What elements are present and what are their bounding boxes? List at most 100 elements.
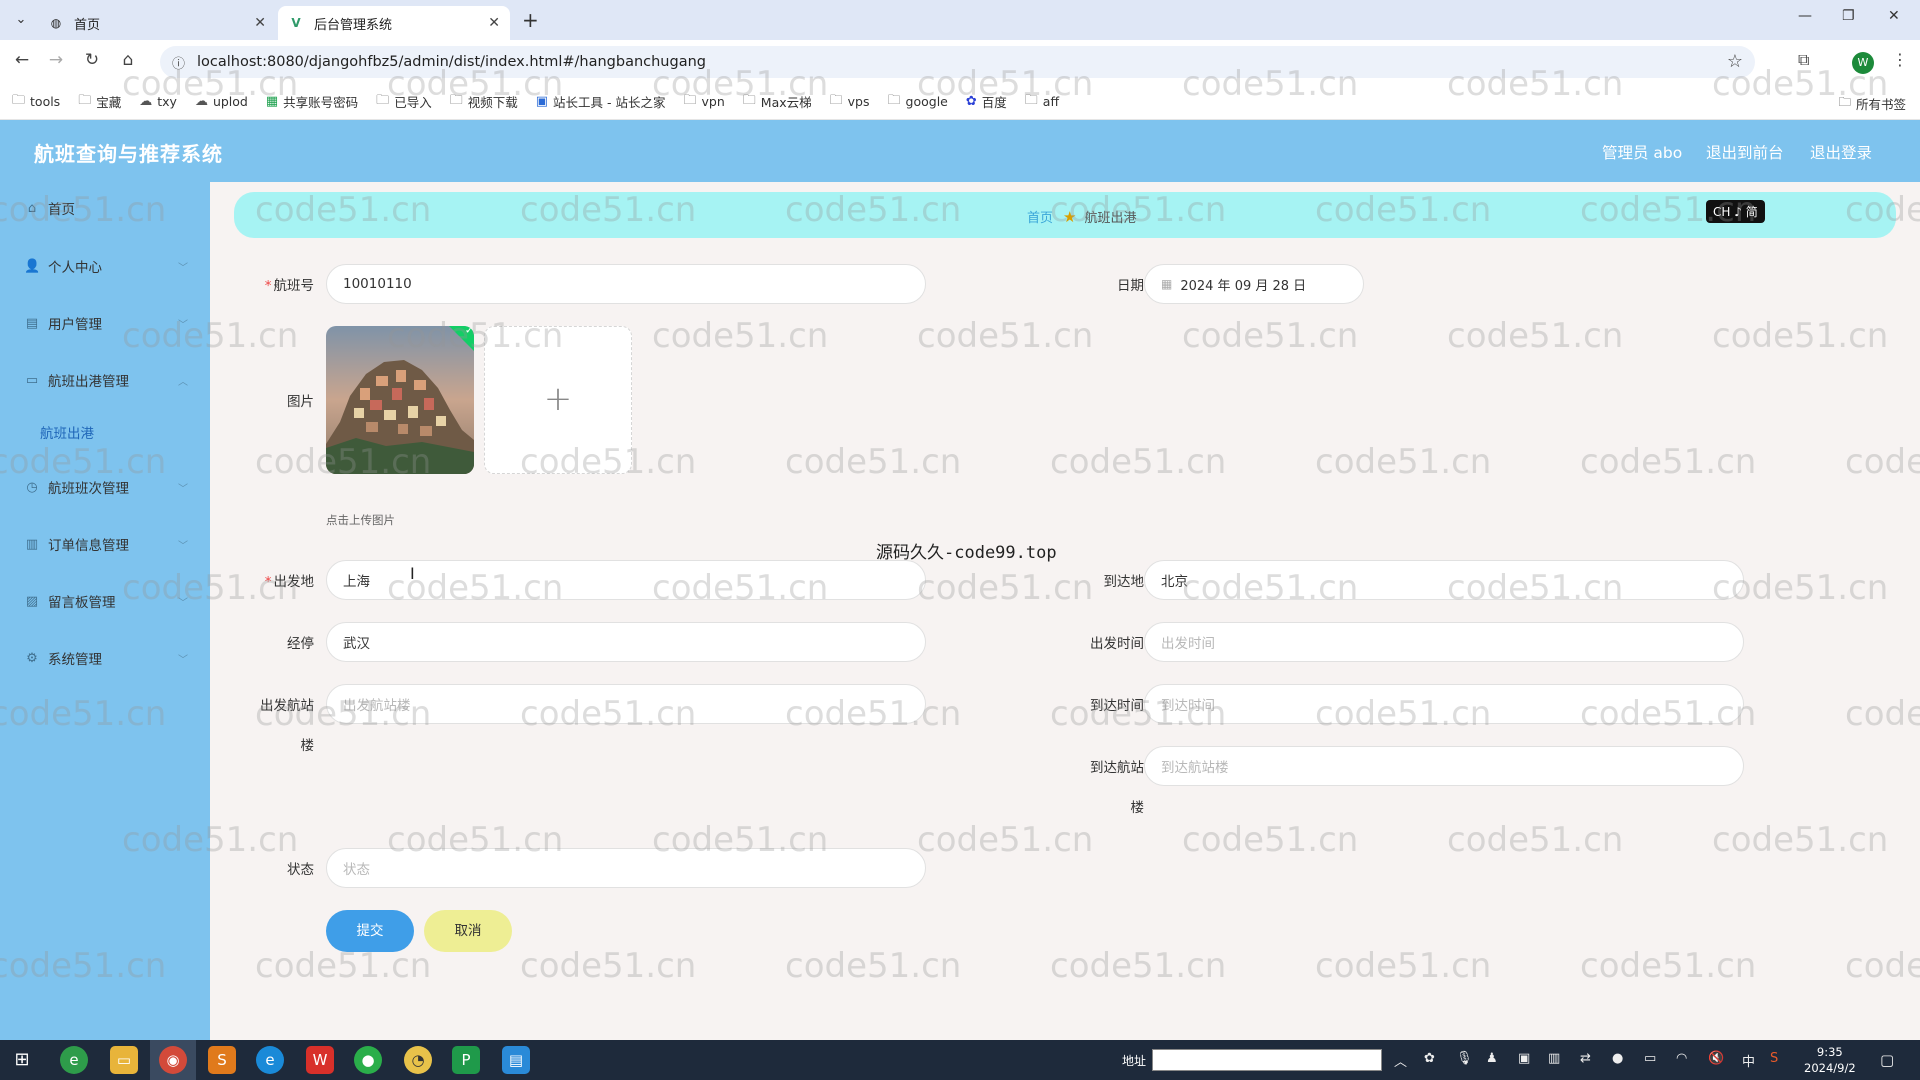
bookmark-item[interactable]: ▣ 站长工具 - 站长之家	[536, 92, 666, 111]
minimize-icon[interactable]: —	[1798, 8, 1812, 24]
back-icon[interactable]: ←	[10, 50, 34, 70]
tray-wechat-icon[interactable]: ●	[1612, 1051, 1623, 1066]
system-clock[interactable]: 9:35 2024/9/2	[1804, 1044, 1856, 1076]
notification-icon[interactable]: ▢	[1880, 1051, 1894, 1069]
reload-icon[interactable]: ↻	[80, 50, 104, 70]
date-picker[interactable]: ▦ 2024 年 09 月 28 日	[1144, 264, 1364, 304]
close-tab-icon[interactable]: ✕	[254, 15, 266, 31]
url-input[interactable]: ⓘ localhost:8080/djangohfbz5/admin/dist/…	[160, 46, 1755, 78]
taskbar-address-input[interactable]	[1152, 1049, 1382, 1071]
bookmark-item[interactable]: 🗀 tools	[12, 91, 60, 113]
depart-time-input[interactable]: 出发时间	[1144, 622, 1744, 662]
breadcrumb-home[interactable]: 首页	[1027, 207, 1053, 226]
bookmark-item[interactable]: 🗀 宝藏	[78, 91, 121, 113]
restore-icon[interactable]: ❐	[1842, 8, 1855, 24]
departure-input[interactable]: 上海	[326, 560, 926, 600]
tray-user-icon[interactable]: ♟	[1486, 1051, 1498, 1066]
date-label: 日期	[1117, 278, 1144, 294]
add-image-button[interactable]: +	[484, 326, 632, 474]
coastal-village-image	[326, 326, 474, 474]
bookmark-item[interactable]: 🗀 google	[888, 91, 948, 113]
tray-transfer-icon[interactable]: ⇄	[1580, 1051, 1591, 1066]
arrive-terminal-input[interactable]: 到达航站楼	[1144, 746, 1744, 786]
pycharm-icon[interactable]: P	[452, 1046, 480, 1074]
sidebar-item-home[interactable]: ⌂ 首页	[0, 188, 210, 228]
browser-tab-admin[interactable]: V 后台管理系统 ✕	[278, 6, 510, 40]
stopover-input[interactable]: 武汉	[326, 622, 926, 662]
battery-icon[interactable]: ▭	[1644, 1051, 1656, 1066]
pet-app-icon[interactable]: ◔	[404, 1046, 432, 1074]
forward-icon[interactable]: →	[44, 50, 68, 70]
microphone-icon[interactable]: 🎙	[1456, 1051, 1473, 1066]
bookmark-item[interactable]: ▦ 共享账号密码	[266, 92, 358, 111]
sidebar-item-system[interactable]: ⚙ 系统管理 ﹀	[0, 638, 210, 678]
notes-app-icon[interactable]: ▤	[502, 1046, 530, 1074]
wifi-icon[interactable]: ◠	[1676, 1051, 1687, 1066]
app-360-icon[interactable]: e	[60, 1046, 88, 1074]
sidebar-item-orders[interactable]: ▥ 订单信息管理 ﹀	[0, 524, 210, 564]
windows-start-icon[interactable]: ⊞	[8, 1046, 36, 1074]
bookmark-item[interactable]: ☁ txy	[139, 94, 177, 109]
file-explorer-icon[interactable]: ▭	[110, 1046, 138, 1074]
extensions-icon[interactable]: ⧉	[1798, 50, 1809, 70]
home-button-icon[interactable]: ⌂	[116, 50, 140, 70]
folder-icon: 🗀	[376, 92, 390, 108]
wps-icon[interactable]: W	[306, 1046, 334, 1074]
sidebar-item-departures[interactable]: ▭ 航班出港管理 ︿	[0, 360, 210, 400]
arrive-time-input[interactable]: 到达时间	[1144, 684, 1744, 724]
bookmark-item[interactable]: 🗀 视频下载	[450, 91, 518, 113]
bookmark-item[interactable]: 🗀 aff	[1025, 91, 1059, 113]
new-tab-icon[interactable]: +	[522, 8, 539, 32]
sidebar-item-label: 用户管理	[48, 317, 102, 333]
depart-time-label: 出发时间	[1090, 636, 1144, 652]
folder-icon: 🗀	[12, 92, 26, 108]
browser-tab-home[interactable]: ◍ 首页 ✕	[38, 6, 276, 40]
star-icon: ★	[1063, 207, 1077, 226]
sidebar-item-messages[interactable]: ▨ 留言板管理 ﹀	[0, 581, 210, 621]
sidebar-item-users[interactable]: ▤ 用户管理 ﹀	[0, 303, 210, 343]
sublime-icon[interactable]: S	[208, 1046, 236, 1074]
bookmark-star-icon[interactable]: ☆	[1727, 51, 1743, 72]
tab-search-chevron-icon[interactable]: ⌄	[10, 10, 32, 30]
bookmark-item[interactable]: 🗀 Max云梯	[743, 91, 812, 113]
sidebar-item-label: 航班班次管理	[48, 481, 129, 497]
cancel-button[interactable]: 取消	[424, 910, 512, 952]
sidebar-item-profile[interactable]: 👤 个人中心 ﹀	[0, 246, 210, 286]
arrival-input[interactable]: 北京	[1144, 560, 1744, 600]
ime-language[interactable]: 中	[1742, 1051, 1755, 1070]
sidebar-subitem-departure[interactable]: 航班出港	[40, 422, 94, 442]
chrome-icon[interactable]: ◉	[159, 1046, 187, 1074]
wechat-icon[interactable]: ●	[354, 1046, 382, 1074]
bookmark-item[interactable]: ☁ uplod	[195, 94, 248, 109]
tray-app-icon[interactable]: ✿	[1424, 1051, 1435, 1066]
bookmark-item[interactable]: ✿ 百度	[966, 92, 1007, 111]
edge-icon[interactable]: e	[256, 1046, 284, 1074]
browser-menu-icon[interactable]: ⋮	[1892, 50, 1908, 69]
sidebar-item-schedules[interactable]: ◷ 航班班次管理 ﹀	[0, 467, 210, 507]
user-icon: 👤	[24, 258, 41, 274]
volume-muted-icon[interactable]: 🔇	[1708, 1051, 1724, 1066]
order-icon: ▥	[25, 536, 39, 552]
profile-avatar[interactable]: W	[1852, 52, 1874, 74]
tray-expand-icon[interactable]: ︿	[1394, 1051, 1407, 1070]
bookmark-item[interactable]: 🗀 vps	[830, 91, 870, 113]
admin-user-label: 管理员 abo	[1602, 144, 1683, 162]
tray-chart-icon[interactable]: ▥	[1548, 1051, 1560, 1066]
depart-terminal-input[interactable]: 出发航站楼	[326, 684, 926, 724]
tray-notes-icon[interactable]: ▣	[1518, 1051, 1530, 1066]
bookmark-item[interactable]: 🗀 已导入	[376, 91, 432, 113]
uploaded-image-thumbnail[interactable]: ✓	[326, 326, 474, 474]
submit-button[interactable]: 提交	[326, 910, 414, 952]
sogou-ime-icon[interactable]: S	[1770, 1051, 1778, 1066]
taskbar: ⊞ e ▭ ◉ S e W ● ◔ P ▤ 地址 ︿ ✿ 🎙 ♟ ▣ ▥ ⇄ ●…	[0, 1040, 1920, 1080]
folder-icon: 🗀	[1838, 94, 1851, 109]
window-close-icon[interactable]: ✕	[1888, 8, 1900, 24]
close-tab-icon[interactable]: ✕	[488, 15, 500, 31]
bookmark-item[interactable]: 🗀 vpn	[684, 91, 725, 113]
exit-to-front-link[interactable]: 退出到前台	[1706, 141, 1784, 163]
logout-link[interactable]: 退出登录	[1810, 141, 1872, 163]
site-info-icon[interactable]: ⓘ	[172, 53, 185, 72]
flight-no-input[interactable]: 10010110	[326, 264, 926, 304]
status-input[interactable]: 状态	[326, 848, 926, 888]
all-bookmarks[interactable]: 🗀 所有书签	[1838, 93, 1906, 114]
